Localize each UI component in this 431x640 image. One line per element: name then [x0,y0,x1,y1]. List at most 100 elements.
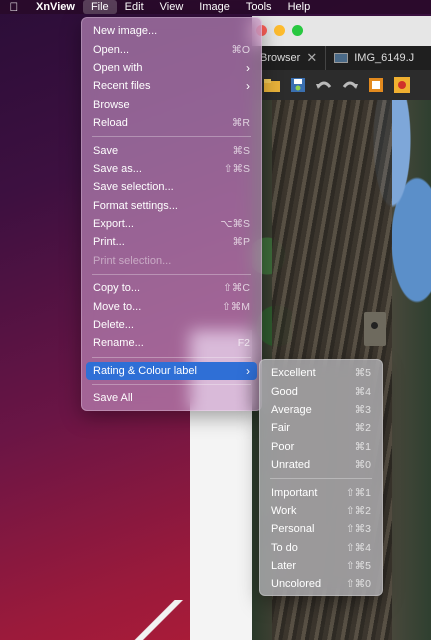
menu-item-export[interactable]: Export... ⌥⌘S [82,215,261,233]
rotate-left-icon[interactable] [314,75,334,95]
menu-item-save-selection[interactable]: Save selection... [82,178,261,196]
menu-item-label: Excellent [271,367,316,380]
menu-item-label: Reload [93,117,128,130]
rotate-right-icon[interactable] [340,75,360,95]
menu-item-shortcut: ⌘5 [354,367,371,380]
chevron-right-icon: › [246,60,250,75]
menu-item-label: Save All [93,392,133,405]
tab-bar: Browser ✕ IMG_6149.J [252,46,431,70]
menu-separator [92,384,251,386]
close-icon[interactable]: ✕ [306,50,317,66]
menu-item-label: Save selection... [93,181,174,194]
menu-item-label: Rename... [93,337,144,350]
menu-separator [92,356,251,358]
browse-folder-icon[interactable] [262,75,282,95]
menu-item-browse[interactable]: Browse [82,96,261,114]
save-icon[interactable] [288,75,308,95]
tab-label: Browser [260,52,301,64]
menu-item-label: Uncolored [271,578,322,591]
wallpaper-stripe [120,600,200,640]
menu-item-label: Format settings... [93,199,178,212]
menu-item-reload[interactable]: Reload ⌘R [82,114,261,132]
menu-item-delete[interactable]: Delete... [82,316,261,334]
menu-item-shortcut: ⇧⌘3 [345,523,371,536]
menu-item-label: Copy to... [93,282,141,295]
crop-icon[interactable] [366,75,386,95]
menu-item-move-to[interactable]: Move to... ⇧⌘M [82,297,261,315]
menu-image[interactable]: Image [191,0,238,14]
menu-item-rating-colour-label[interactable]: Rating & Colour label › [86,361,257,381]
menu-item-shortcut: ⌘1 [354,440,371,453]
menu-item-average[interactable]: Average ⌘3 [260,401,382,419]
minimize-window-button[interactable] [274,25,285,36]
menu-item-shortcut: ⌘S [232,144,250,157]
menu-item-save-as[interactable]: Save as... ⇧⌘S [82,160,261,178]
menu-separator [92,136,251,138]
menu-item-label: Move to... [93,300,142,313]
menu-item-label: Poor [271,440,295,453]
menu-item-label: Open with [93,61,143,74]
menu-item-recent-files[interactable]: Recent files › [82,77,261,95]
menu-item-print[interactable]: Print... ⌘P [82,233,261,251]
menu-item-label: Work [271,504,297,517]
menu-item-shortcut: ⌘4 [354,385,371,398]
menu-item-label: Unrated [271,459,311,472]
menu-item-label: Fair [271,422,290,435]
menu-item-unrated[interactable]: Unrated ⌘0 [260,456,382,474]
menu-item-open-with[interactable]: Open with › [82,59,261,77]
menu-item-shortcut: ⌥⌘S [220,218,250,231]
apple-icon[interactable]:  [0,0,28,14]
menu-item-poor[interactable]: Poor ⌘1 [260,438,382,456]
menu-item-label: Save as... [93,162,142,175]
menu-item-shortcut: ⌘2 [354,422,371,435]
menu-item-shortcut: ⌘3 [354,403,371,416]
menu-item-excellent[interactable]: Excellent ⌘5 [260,364,382,382]
menu-help[interactable]: Help [280,0,319,14]
menu-item-label: Average [271,403,312,416]
app-menu[interactable]: XnView [28,0,83,14]
menu-item-shortcut: ⇧⌘0 [345,578,371,591]
menu-item-shortcut: ⌘O [231,43,250,56]
menu-item-copy-to[interactable]: Copy to... ⇧⌘C [82,279,261,297]
menu-edit[interactable]: Edit [117,0,152,14]
menu-item-label: Recent files [93,80,151,93]
menu-item-save-all[interactable]: Save All [82,389,261,407]
title-bar [252,16,431,46]
rating-colour-submenu: Excellent ⌘5 Good ⌘4 Average ⌘3 Fair ⌘2 Poor ⌘1 Un… [259,359,383,596]
menu-item-label: Important [271,486,318,499]
menu-item-open[interactable]: Open... ⌘O [82,40,261,58]
menu-item-save[interactable]: Save ⌘S [82,141,261,159]
menu-item-shortcut: ⇧⌘2 [345,504,371,517]
toolbar [252,70,431,100]
menu-item-shortcut: ⇧⌘5 [345,560,371,573]
menu-view[interactable]: View [152,0,192,14]
menu-item-to-do[interactable]: To do ⇧⌘4 [260,539,382,557]
menu-tools[interactable]: Tools [238,0,280,14]
menu-item-good[interactable]: Good ⌘4 [260,382,382,400]
menu-item-label: Rating & Colour label [93,364,197,377]
menu-item-shortcut: ⇧⌘4 [345,541,371,554]
menu-item-new-image[interactable]: New image... [82,22,261,40]
menu-item-personal[interactable]: Personal ⇧⌘3 [260,520,382,538]
menu-item-label: Save [93,144,119,157]
menu-item-important[interactable]: Important ⇧⌘1 [260,483,382,501]
tab-image[interactable]: IMG_6149.J [326,46,422,70]
menu-item-shortcut: ⌘R [231,117,250,130]
menu-bar:  XnView File Edit View Image Tools Help [0,0,431,14]
menu-item-later[interactable]: Later ⇧⌘5 [260,557,382,575]
menu-item-fair[interactable]: Fair ⌘2 [260,419,382,437]
menu-item-label: Personal [271,523,315,536]
tab-browser[interactable]: Browser ✕ [252,46,327,70]
menu-item-format-settings[interactable]: Format settings... [82,197,261,215]
menu-item-label: Export... [93,218,134,231]
zoom-window-button[interactable] [292,25,303,36]
menu-item-work[interactable]: Work ⇧⌘2 [260,502,382,520]
effects-icon[interactable] [392,75,412,95]
menu-item-label: Browse [93,98,130,111]
menu-item-rename[interactable]: Rename... F2 [82,334,261,352]
menu-file[interactable]: File [82,0,117,14]
menu-item-uncolored[interactable]: Uncolored ⇧⌘0 [260,575,382,593]
menu-separator [92,274,251,276]
menu-item-label: New image... [93,25,158,38]
menu-item-print-selection: Print selection... [82,252,261,270]
